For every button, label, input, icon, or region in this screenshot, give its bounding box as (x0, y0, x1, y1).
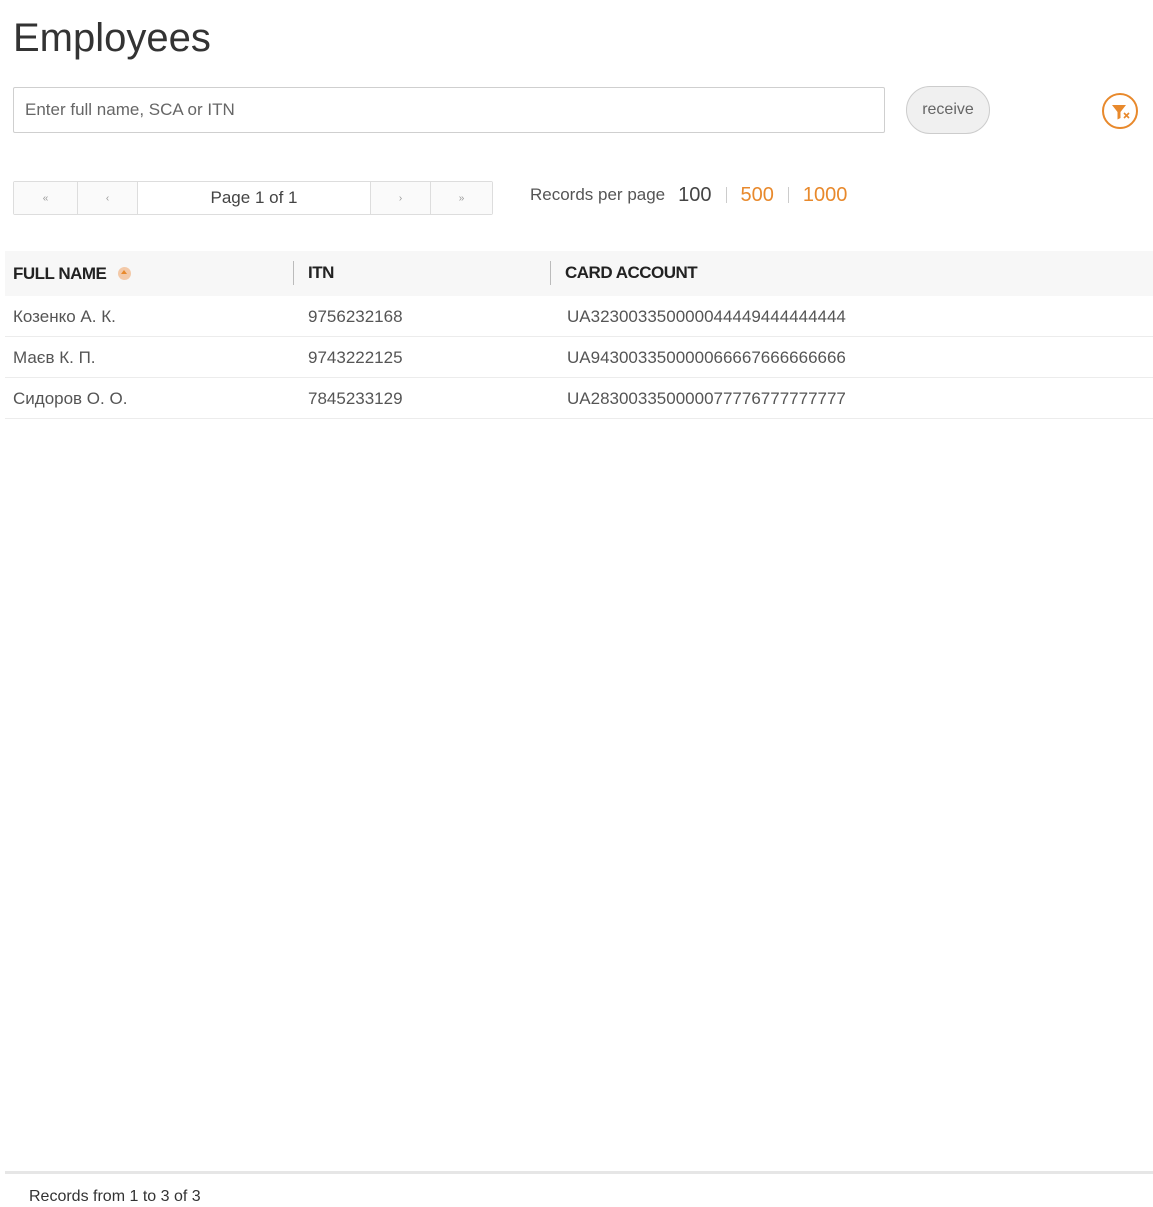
cell-card-account: UA283003350000077776777777777 (567, 388, 846, 408)
cell-full-name: Козенко А. К. (13, 306, 116, 326)
column-header-label: CARD ACCOUNT (565, 263, 698, 282)
table-header: FULL NAME ITN CARD ACCOUNT (5, 251, 1153, 296)
page-title: Employees (13, 16, 211, 60)
cell-card-account: UA943003350000066667666666666 (567, 347, 846, 367)
column-header-full-name[interactable]: FULL NAME (13, 251, 293, 296)
column-header-card-account[interactable]: CARD ACCOUNT (550, 261, 1050, 285)
cell-full-name: Маєв К. П. (13, 347, 96, 367)
per-page-option-1000[interactable]: 1000 (803, 184, 848, 207)
table-row[interactable]: Сидоров О. О. 7845233129 UA2830033500000… (5, 378, 1153, 419)
next-page-button[interactable]: › (371, 182, 431, 214)
per-page-option-100[interactable]: 100 (678, 184, 711, 207)
sort-ascending-icon (118, 267, 132, 280)
records-per-page: Records per page 100 500 1000 (530, 182, 847, 208)
cell-itn: 7845233129 (308, 388, 403, 408)
cell-itn: 9743222125 (308, 347, 403, 367)
column-header-itn[interactable]: ITN (293, 261, 550, 285)
employees-table: FULL NAME ITN CARD ACCOUNT Козенко А. К.… (5, 251, 1153, 419)
records-summary: Records from 1 to 3 of 3 (29, 1188, 201, 1205)
per-page-option-500[interactable]: 500 (741, 184, 774, 207)
page-info: Page 1 of 1 (138, 182, 371, 214)
prev-page-button[interactable]: ‹ (78, 182, 138, 214)
column-header-label: FULL NAME (13, 263, 107, 283)
cell-full-name: Сидоров О. О. (13, 388, 128, 408)
search-input[interactable] (13, 87, 885, 133)
clear-filter-button[interactable] (1102, 93, 1138, 129)
filter-clear-icon (1112, 105, 1130, 120)
table-row[interactable]: Маєв К. П. 9743222125 UA9430033500000666… (5, 337, 1153, 378)
cell-card-account: UA323003350000044449444444444 (567, 306, 846, 326)
column-header-label: ITN (308, 263, 334, 282)
last-page-button[interactable]: » (431, 182, 492, 214)
receive-button[interactable]: receive (906, 86, 990, 134)
table-row[interactable]: Козенко А. К. 9756232168 UA3230033500000… (5, 296, 1153, 337)
employees-page: Employees receive « ‹ Page 1 of 1 › » Re… (0, 0, 1153, 1207)
first-page-button[interactable]: « (14, 182, 78, 214)
separator (725, 187, 727, 203)
status-footer: Records from 1 to 3 of 3 (5, 1171, 1153, 1207)
pagination: « ‹ Page 1 of 1 › » (13, 181, 493, 215)
separator (787, 187, 789, 203)
records-per-page-label: Records per page (530, 185, 666, 204)
cell-itn: 9756232168 (308, 306, 403, 326)
